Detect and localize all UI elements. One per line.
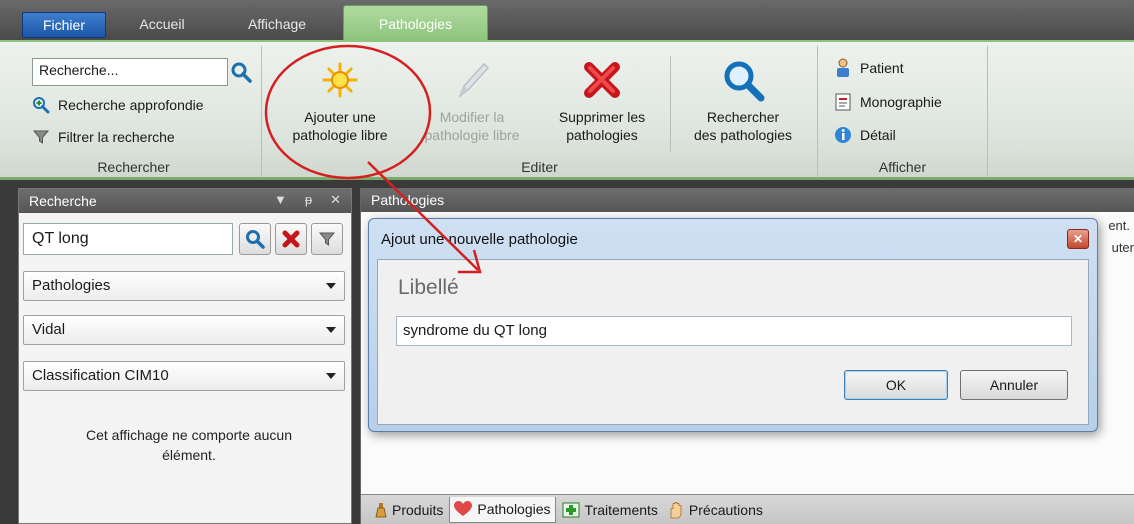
classification-select-value: Classification CIM10 — [32, 367, 169, 384]
modify-label-line1: Modifier la — [439, 109, 505, 125]
libelle-input[interactable]: syndrome du QT long — [396, 316, 1072, 346]
magnifier-icon — [721, 54, 765, 106]
source-select[interactable]: Vidal — [23, 315, 345, 345]
flask-icon — [375, 502, 387, 518]
delete-pathologies-button[interactable]: Supprimer les pathologies — [542, 54, 662, 154]
pencil-icon — [452, 54, 492, 106]
search-pathologies-line2: des pathologies — [693, 127, 793, 143]
ribbon-search-input[interactable]: Recherche... — [32, 58, 228, 86]
detail-button[interactable]: Détail — [834, 126, 896, 144]
patient-label: Patient — [860, 60, 904, 76]
tab-pathologies-bottom[interactable]: Pathologies — [449, 496, 556, 523]
pin-icon[interactable]: ᵽ — [305, 192, 312, 208]
libelle-label: Libellé — [398, 276, 459, 299]
add-free-pathology-button[interactable]: Ajouter une pathologie libre — [272, 54, 408, 154]
search-pane-header: Recherche ▼ ᵽ ✕ — [19, 189, 351, 213]
tab-affichage[interactable]: Affichage — [222, 8, 332, 40]
filter-icon — [32, 128, 50, 146]
ribbon: Recherche... Recherche approfondie Filtr… — [0, 40, 1134, 180]
tab-produits-label: Produits — [392, 501, 444, 518]
bottom-tab-bar: Produits Pathologies Traitements Précaut… — [361, 494, 1134, 524]
ok-button[interactable]: OK — [844, 370, 948, 400]
info-icon — [834, 126, 852, 144]
tab-pathologies-label: Pathologies — [477, 501, 551, 517]
pane-dropdown-icon[interactable]: ▼ — [274, 192, 287, 208]
close-icon[interactable]: ✕ — [330, 192, 341, 208]
treatment-plus-icon — [562, 502, 580, 518]
tab-fichier[interactable]: Fichier — [22, 12, 106, 38]
dialog-body: Libellé syndrome du QT long OK Annuler — [377, 259, 1089, 425]
tab-traitements[interactable]: Traitements — [558, 497, 662, 523]
delete-label-line1: Supprimer les — [558, 109, 646, 125]
category-select-value: Pathologies — [32, 277, 111, 294]
group-rechercher: Recherche... Recherche approfondie Filtr… — [6, 46, 262, 178]
heart-icon — [454, 501, 473, 517]
source-select-value: Vidal — [32, 321, 66, 338]
tab-precautions-label: Précautions — [688, 501, 763, 518]
sparkle-icon — [320, 54, 360, 106]
monographie-button[interactable]: Monographie — [834, 92, 942, 112]
chevron-down-icon — [326, 327, 336, 333]
hand-icon — [668, 501, 684, 519]
patient-button[interactable]: Patient — [834, 58, 904, 78]
background-text: uter — [1111, 240, 1134, 255]
monographie-label: Monographie — [860, 94, 942, 110]
filter-search-button[interactable]: Filtrer la recherche — [32, 128, 175, 146]
tab-pathologies[interactable]: Pathologies — [343, 5, 488, 41]
modify-free-pathology-button[interactable]: Modifier la pathologie libre — [408, 54, 536, 154]
filter-button[interactable] — [311, 223, 343, 255]
dialog-title: Ajout une nouvelle pathologie — [381, 231, 578, 248]
advanced-search-label: Recherche approfondie — [58, 97, 204, 113]
group-separator — [670, 56, 671, 152]
search-pane: Recherche ▼ ᵽ ✕ QT long Pathologies Vida… — [18, 188, 352, 524]
add-pathology-dialog: Ajout une nouvelle pathologie ✕ Libellé … — [368, 218, 1098, 432]
chevron-down-icon — [326, 373, 336, 379]
background-text: ent. — [1108, 218, 1130, 233]
tab-produits[interactable]: Produits — [371, 497, 447, 523]
group-label-afficher: Afficher — [878, 159, 927, 175]
empty-message-line1: Cet affichage ne comporte aucun — [86, 427, 292, 443]
modify-label-line2: pathologie libre — [424, 127, 520, 143]
dialog-close-button[interactable]: ✕ — [1067, 229, 1089, 249]
pathologies-pane-title: Pathologies — [371, 192, 445, 208]
ribbon-tab-strip: Fichier Accueil Affichage Pathologies — [0, 0, 1134, 41]
search-icon[interactable] — [228, 58, 254, 86]
delete-x-icon — [580, 54, 624, 106]
tab-traitements-label: Traitements — [584, 501, 658, 518]
pathologies-pane-header: Pathologies — [361, 188, 1134, 212]
search-pathologies-line1: Rechercher — [706, 109, 780, 125]
zoom-search-icon — [32, 96, 50, 114]
empty-results-message: Cet affichage ne comporte aucun élément. — [49, 425, 329, 465]
advanced-search-button[interactable]: Recherche approfondie — [32, 96, 204, 114]
filter-search-label: Filtrer la recherche — [58, 129, 175, 145]
detail-label: Détail — [860, 127, 896, 143]
monograph-icon — [834, 92, 852, 112]
pathology-search-input[interactable]: QT long — [23, 223, 233, 255]
clear-search-button[interactable] — [275, 223, 307, 255]
group-editer: Ajouter une pathologie libre Modifier la… — [262, 46, 818, 178]
classification-select[interactable]: Classification CIM10 — [23, 361, 345, 391]
add-label-line2: pathologie libre — [292, 127, 388, 143]
chevron-down-icon — [326, 283, 336, 289]
clear-x-icon — [281, 229, 301, 249]
tab-precautions[interactable]: Précautions — [664, 497, 767, 523]
patient-icon — [834, 58, 852, 78]
search-pane-title: Recherche — [29, 193, 97, 209]
empty-message-line2: élément. — [162, 447, 216, 463]
category-select[interactable]: Pathologies — [23, 271, 345, 301]
add-label-line1: Ajouter une — [304, 109, 376, 125]
group-label-editer: Editer — [521, 159, 558, 175]
filter-icon — [318, 230, 336, 248]
search-icon — [245, 229, 265, 249]
cancel-button[interactable]: Annuler — [960, 370, 1068, 400]
search-button[interactable] — [239, 223, 271, 255]
tab-accueil[interactable]: Accueil — [120, 8, 204, 40]
delete-label-line2: pathologies — [566, 127, 638, 143]
group-afficher: Patient Monographie Détail Afficher — [818, 46, 988, 178]
group-label-rechercher: Rechercher — [97, 159, 170, 175]
search-pathologies-button[interactable]: Rechercher des pathologies — [676, 54, 810, 154]
